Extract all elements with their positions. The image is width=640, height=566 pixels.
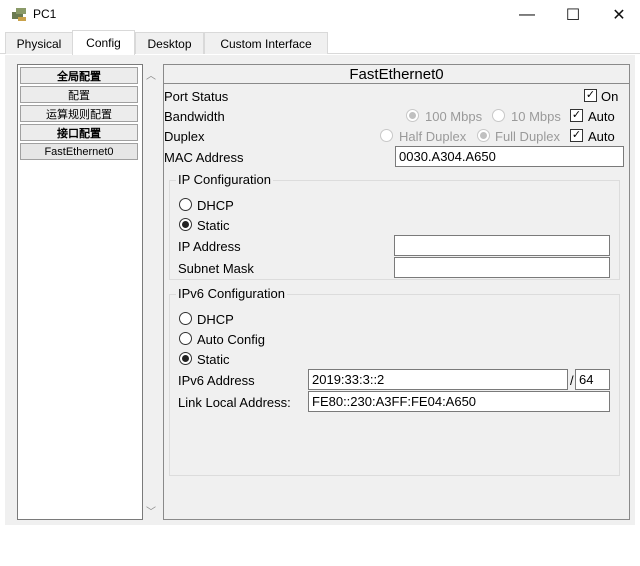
bandwidth-label: Bandwidth	[164, 109, 225, 124]
mac-address-input[interactable]	[395, 146, 624, 167]
ip-config-title: IP Configuration	[176, 172, 273, 187]
duplex-auto-checkbox[interactable]: ✓	[570, 129, 583, 142]
ipv6-dhcp-radio[interactable]	[179, 312, 192, 325]
duplex-auto-label: Auto	[588, 129, 615, 144]
duplex-label: Duplex	[164, 129, 205, 144]
bandwidth-10-radio[interactable]	[492, 109, 505, 122]
window-title: PC1	[33, 7, 57, 21]
app-icon	[12, 8, 26, 21]
full-duplex-radio[interactable]	[477, 129, 490, 142]
minimize-button[interactable]: —	[504, 0, 550, 30]
tab-desktop[interactable]: Desktop	[135, 32, 204, 54]
maximize-button[interactable]: ☐	[550, 0, 596, 30]
close-icon: ✕	[612, 7, 626, 24]
tree-item-interface-config[interactable]: 接口配置	[20, 124, 138, 141]
port-status-checkbox[interactable]: ✓	[584, 89, 597, 102]
tab-custom-interface[interactable]: Custom Interface	[204, 32, 328, 54]
bandwidth-100-radio[interactable]	[406, 109, 419, 122]
bandwidth-auto-label: Auto	[588, 109, 615, 124]
port-status-on-label: On	[601, 89, 619, 104]
ip-dhcp-radio[interactable]	[179, 198, 192, 211]
interface-panel: FastEthernet0 Port Status ✓ On Bandwidth…	[163, 64, 630, 520]
config-tree: 全局配置 配置 运算规则配置 接口配置 FastEthernet0	[17, 64, 143, 520]
ipv6-config-title: IPv6 Configuration	[176, 286, 287, 301]
maximize-icon: ☐	[565, 7, 581, 24]
prefix-slash: /	[570, 373, 574, 388]
tree-item-algorithm-settings[interactable]: 运算规则配置	[20, 105, 138, 122]
ipv6-address-label: IPv6 Address	[178, 373, 255, 388]
ipv6-auto-config-label: Auto Config	[197, 332, 265, 347]
ip-static-label: Static	[197, 218, 230, 233]
tree-item-global-settings[interactable]: 全局配置	[20, 67, 138, 84]
ip-static-radio[interactable]	[179, 218, 192, 231]
ip-dhcp-label: DHCP	[197, 198, 234, 213]
link-local-input[interactable]	[308, 391, 610, 412]
ip-address-input[interactable]	[394, 235, 610, 256]
minimize-icon: —	[519, 6, 535, 23]
ipv6-address-input[interactable]	[308, 369, 568, 390]
tree-item-fastethernet0[interactable]: FastEthernet0	[20, 143, 138, 160]
ipv6-static-label: Static	[197, 352, 230, 367]
tree-item-settings[interactable]: 配置	[20, 86, 138, 103]
full-duplex-label: Full Duplex	[495, 129, 561, 144]
ip-address-label: IP Address	[178, 239, 241, 254]
panel-title: FastEthernet0	[164, 65, 629, 84]
check-icon: ✓	[571, 129, 582, 141]
mac-address-label: MAC Address	[164, 150, 244, 165]
subnet-mask-input[interactable]	[394, 257, 610, 278]
ipv6-dhcp-label: DHCP	[197, 312, 234, 327]
ipv6-prefix-input[interactable]	[575, 369, 610, 390]
tree-scrollbar[interactable]: ︿ ﹀	[143, 64, 159, 520]
bandwidth-100-label: 100 Mbps	[425, 109, 483, 124]
check-icon: ✓	[585, 89, 596, 101]
bandwidth-auto-checkbox[interactable]: ✓	[570, 109, 583, 122]
scroll-up-icon[interactable]: ︿	[143, 66, 159, 82]
half-duplex-label: Half Duplex	[399, 129, 467, 144]
tab-bar: Physical Config Desktop Custom Interface	[0, 30, 640, 55]
tab-physical[interactable]: Physical	[5, 32, 73, 54]
link-local-label: Link Local Address:	[178, 395, 291, 410]
port-status-label: Port Status	[164, 89, 229, 104]
ipv6-static-radio[interactable]	[179, 352, 192, 365]
half-duplex-radio[interactable]	[380, 129, 393, 142]
close-button[interactable]: ✕	[596, 0, 640, 30]
config-content: 全局配置 配置 运算规则配置 接口配置 FastEthernet0 ︿ ﹀ Fa…	[5, 55, 635, 525]
tab-config[interactable]: Config	[72, 30, 135, 55]
subnet-mask-label: Subnet Mask	[178, 261, 254, 276]
check-icon: ✓	[571, 109, 582, 121]
ipv6-auto-config-radio[interactable]	[179, 332, 192, 345]
scroll-down-icon[interactable]: ﹀	[143, 502, 159, 518]
bandwidth-10-label: 10 Mbps	[511, 109, 561, 124]
title-bar: PC1 — ☐ ✕	[0, 0, 640, 30]
